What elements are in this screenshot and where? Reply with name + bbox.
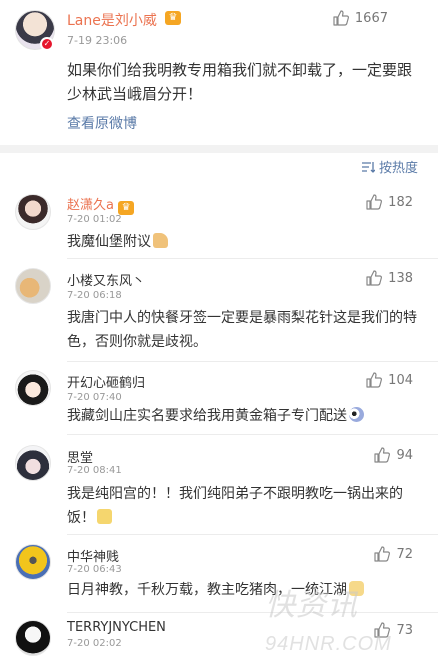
- commenter-name[interactable]: 思堂: [67, 447, 93, 466]
- post-time: 7-19 23:06: [67, 34, 128, 47]
- divider: [67, 612, 438, 613]
- comment-text: 日月神教，千秋万载，教主吃猪肉，一统江湖: [67, 578, 422, 602]
- view-original-link[interactable]: 查看原微博: [67, 113, 137, 133]
- author-name[interactable]: Lane是刘小威: [67, 10, 157, 30]
- commenter-avatar[interactable]: [15, 370, 51, 406]
- comment-item: 思堂 7-20 08:41 94 我是纯阳宫的！！我们纯阳弟子不跟明教吃一锅出来…: [0, 441, 438, 536]
- strong-arm-emoji-icon: [153, 233, 168, 248]
- commenter-avatar[interactable]: [15, 268, 51, 304]
- sort-label: 按热度: [378, 161, 418, 176]
- comment-text: 我唐门中人的快餐牙签一定要是暴雨梨花针这是我们的特色，否则你就是歧视。: [67, 310, 417, 350]
- thumbs-up-icon: [374, 622, 391, 638]
- comment-like-count: 182: [388, 194, 413, 210]
- thumbs-up-icon: [366, 372, 383, 388]
- post-like-button[interactable]: 1667: [333, 10, 388, 26]
- comment-time: 7-20 01:02: [67, 214, 122, 225]
- post-text: 如果你们给我明教专用箱我们就不卸载了，一定要跟少林武当峨眉分开！: [67, 61, 413, 103]
- comment-text: 我藏剑山庄实名要求给我用黄金箱子专门配送: [67, 404, 422, 428]
- smirk-emoji-icon: [97, 509, 112, 524]
- comment-like-button[interactable]: 182: [366, 194, 413, 210]
- comment-like-button[interactable]: 104: [366, 372, 413, 388]
- divider: [67, 434, 438, 435]
- comment-time: 7-20 08:41: [67, 465, 122, 476]
- thumbs-up-icon: [366, 270, 383, 286]
- post-like-count: 1667: [354, 10, 388, 26]
- fist-emoji-icon: [349, 581, 364, 596]
- commenter-name[interactable]: 赵潇久a ♛: [67, 194, 135, 215]
- comment-time: 7-20 06:18: [67, 290, 122, 301]
- thumbs-up-icon: [333, 10, 349, 26]
- comment-item: 小楼又东风丶 7-20 06:18 138 我唐门中人的快餐牙签一定要是暴雨梨花…: [0, 266, 438, 366]
- comment-time: 7-20 06:43: [67, 564, 122, 575]
- divider: [67, 258, 438, 259]
- section-divider: [0, 145, 438, 153]
- commenter-name[interactable]: 开幻心砸鹤归: [67, 372, 145, 391]
- verified-badge-icon: ✓: [40, 37, 54, 51]
- sort-icon: [361, 161, 375, 173]
- comment-like-button[interactable]: 138: [366, 270, 413, 286]
- comment-like-button[interactable]: 72: [374, 546, 413, 562]
- original-post: ✓ Lane是刘小威 ♛ 7-19 23:06 1667 如果你们给我明教专用箱…: [0, 0, 438, 145]
- crown-icon: ♛: [118, 201, 135, 215]
- comment-like-count: 72: [396, 546, 413, 562]
- comment-time: 7-20 02:02: [67, 638, 122, 649]
- commenter-avatar[interactable]: [15, 194, 51, 230]
- comment-like-button[interactable]: 94: [374, 447, 413, 463]
- face-emoji-icon: [349, 407, 364, 422]
- divider: [67, 361, 438, 362]
- sort-by-hot-button[interactable]: 按热度: [361, 157, 418, 176]
- commenter-avatar[interactable]: [15, 445, 51, 481]
- comment-item: 中华神贱 7-20 06:43 72 日月神教，千秋万载，教主吃猪肉，一统江湖: [0, 540, 438, 610]
- comment-like-count: 73: [396, 622, 413, 638]
- commenter-name[interactable]: 中华神贱: [67, 546, 119, 565]
- thumbs-up-icon: [366, 194, 383, 210]
- thumbs-up-icon: [374, 546, 391, 562]
- commenter-avatar[interactable]: [15, 620, 51, 656]
- thumbs-up-icon: [374, 447, 391, 463]
- comment-text: 我是纯阳宫的！！我们纯阳弟子不跟明教吃一锅出来的饭！: [67, 486, 403, 526]
- comment-time: 7-20 07:40: [67, 392, 122, 403]
- comment-like-button[interactable]: 73: [374, 622, 413, 638]
- comment-like-count: 104: [388, 372, 413, 388]
- comment-item: TERRYJNYCHEN 7-20 02:02 73: [0, 616, 438, 658]
- comment-item: 开幻心砸鹤归 7-20 07:40 104 我藏剑山庄实名要求给我用黄金箱子专门…: [0, 368, 438, 436]
- commenter-name[interactable]: 小楼又东风丶: [67, 270, 145, 289]
- comment-text: 我魔仙堡附议: [67, 230, 422, 254]
- comment-item: 赵潇久a ♛ 7-20 01:02 182 我魔仙堡附议: [0, 190, 438, 254]
- commenter-avatar[interactable]: [15, 544, 51, 580]
- crown-icon: ♛: [165, 11, 181, 25]
- commenter-name[interactable]: TERRYJNYCHEN: [67, 620, 166, 635]
- comment-like-count: 94: [396, 447, 413, 463]
- comment-like-count: 138: [388, 270, 413, 286]
- divider: [67, 534, 438, 535]
